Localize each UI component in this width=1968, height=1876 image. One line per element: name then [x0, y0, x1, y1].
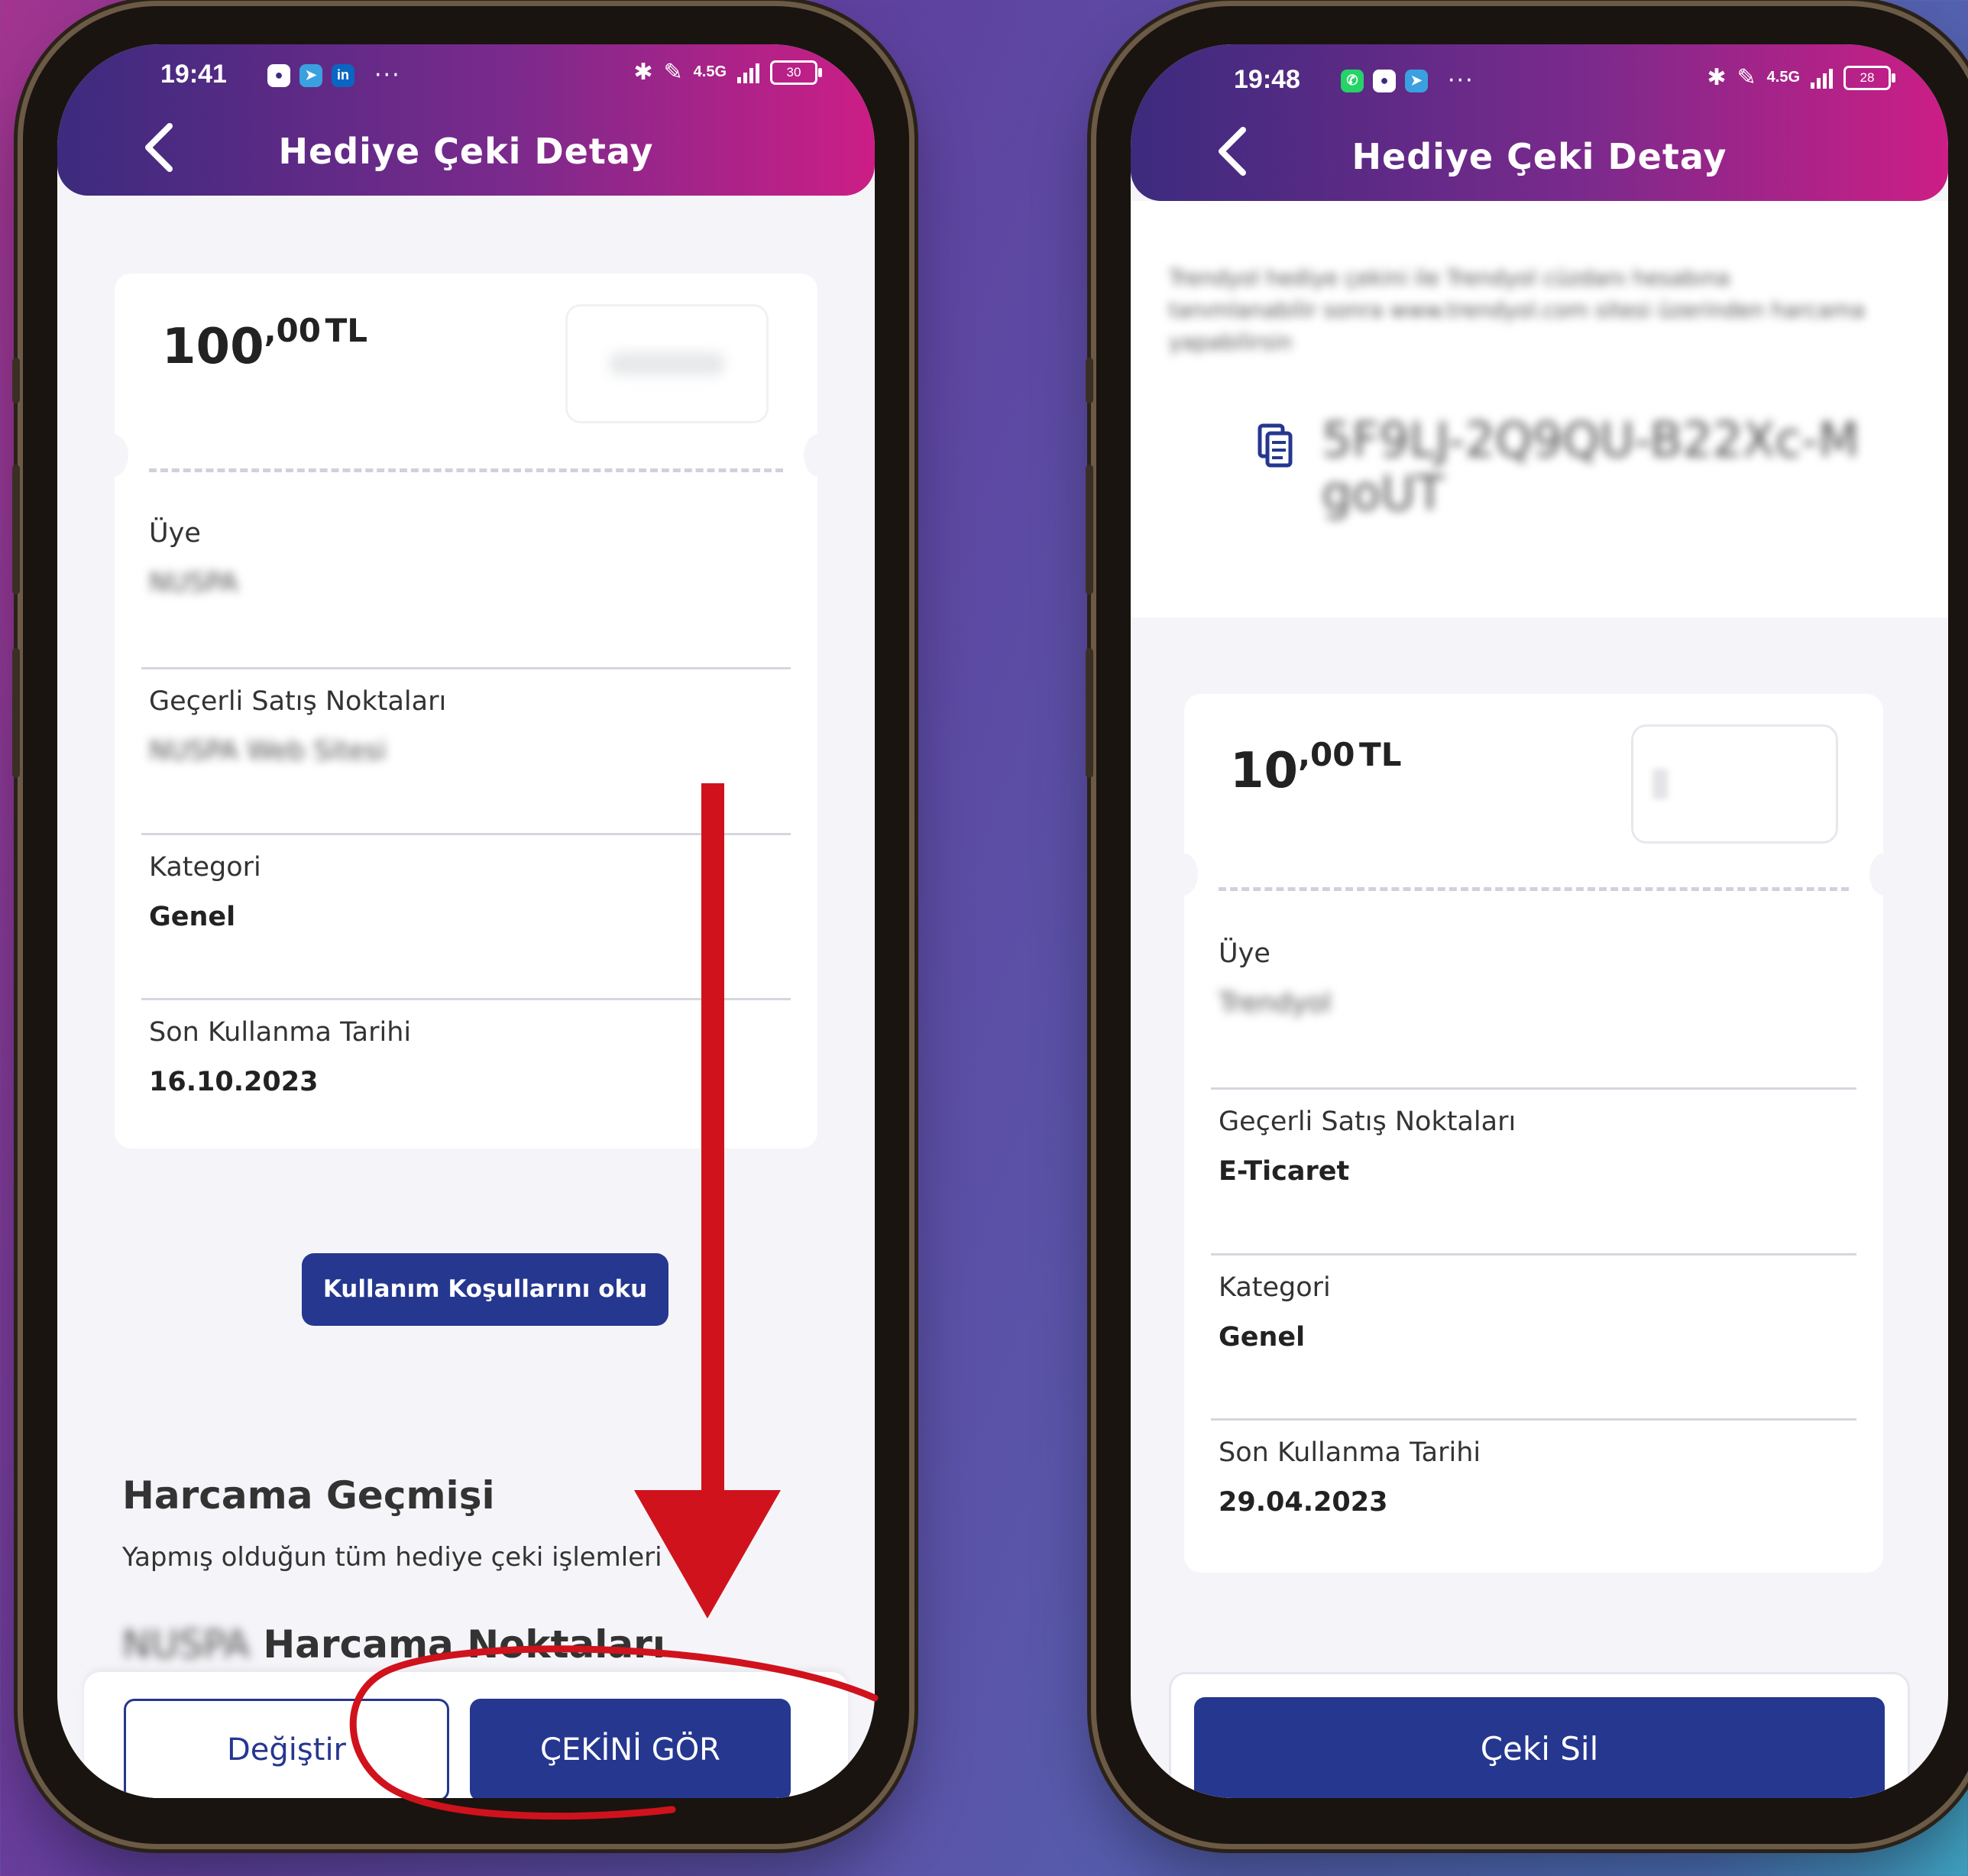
whatsapp-icon: ✆	[1341, 69, 1364, 92]
field-value: Genel	[149, 902, 236, 932]
ticket-notch-right	[1869, 853, 1900, 896]
ticket-notch-right	[804, 434, 834, 477]
phone-volume-up	[12, 465, 20, 595]
divider	[141, 667, 791, 669]
arrow-right-icon: →	[684, 1542, 706, 1573]
field-label: Üye	[1219, 938, 1270, 969]
history-subtitle: Yapmış olduğun tüm hediye çeki işlemleri	[122, 1542, 662, 1573]
right-phone: 19:48 ✆ ● ➤ ··· ✱ ✎ 4.5G 28 Hediye Çeki …	[1086, 6, 1968, 1844]
status-bar: 19:41 ● ➤ in ··· ✱ ✎ 4.5G 30	[57, 56, 875, 94]
notification-icons: ✆ ● ➤ ···	[1341, 67, 1474, 94]
field-label: Kategori	[149, 852, 261, 883]
divider	[141, 833, 791, 835]
bottom-action-bar: Değiştir ÇEKİNİ GÖR	[84, 1672, 848, 1798]
field-value: 29.04.2023	[1219, 1487, 1388, 1518]
gift-amount: 10,00 TL	[1230, 736, 1401, 799]
spending-points-title: NUSPA Harcama Noktaları	[122, 1622, 665, 1667]
ticket-divider	[149, 468, 783, 472]
change-button[interactable]: Değiştir	[124, 1699, 449, 1798]
history-title: Harcama Geçmişi	[122, 1473, 495, 1518]
telegram-icon: ➤	[1405, 69, 1428, 92]
field-label: Son Kullanma Tarihi	[149, 1017, 412, 1048]
app-header: 19:41 ● ➤ in ··· ✱ ✎ 4.5G 30 Hediye Çeki…	[57, 44, 875, 196]
amount-decimals: ,00	[264, 312, 321, 349]
bluetooth-icon: ✱	[633, 59, 653, 86]
field-label: Geçerli Satış Noktaları	[149, 686, 447, 717]
page-title: Hediye Çeki Detay	[1351, 136, 1727, 177]
phone-side-button	[12, 358, 20, 403]
bottom-action-bar: Çeki Sil	[1169, 1672, 1910, 1798]
notification-icons: ● ➤ in ···	[267, 62, 401, 89]
voucher-code-line2: goUT	[1322, 465, 1445, 521]
silent-icon: ✎	[663, 59, 683, 86]
divider	[1211, 1087, 1856, 1090]
system-icons: ✱ ✎ 4.5G 30	[633, 59, 822, 86]
network-type-label: 4.5G	[693, 63, 727, 80]
status-bar: 19:48 ✆ ● ➤ ··· ✱ ✎ 4.5G 28	[1131, 61, 1948, 99]
spending-points-label: Harcama Noktaları	[263, 1622, 665, 1667]
ticket-notch-left	[1167, 853, 1198, 896]
signal-icon	[1811, 67, 1833, 89]
status-time: 19:48	[1234, 65, 1300, 94]
more-notifications-icon: ···	[1448, 67, 1474, 94]
phone-volume-down	[1086, 648, 1093, 778]
delete-voucher-button[interactable]: Çeki Sil	[1194, 1697, 1885, 1798]
field-value: 16.10.2023	[149, 1067, 319, 1097]
amount-decimals: ,00	[1298, 736, 1355, 773]
brand-name: NUSPA	[122, 1622, 250, 1667]
field-value: NUSPA	[149, 568, 238, 598]
ticket-divider	[1219, 887, 1849, 891]
info-text: Trendyol hediye çekini ile Trendyol cüzd…	[1169, 265, 1866, 355]
field-label: Son Kullanma Tarihi	[1219, 1437, 1481, 1468]
field-label: Üye	[149, 518, 201, 549]
status-time: 19:41	[160, 60, 227, 89]
field-value: E-Ticaret	[1219, 1156, 1350, 1187]
signal-icon	[737, 62, 759, 83]
left-screen: 19:41 ● ➤ in ··· ✱ ✎ 4.5G 30 Hediye Çeki…	[57, 44, 875, 1798]
system-icons: ✱ ✎ 4.5G 28	[1707, 64, 1895, 91]
copy-icon[interactable]	[1257, 423, 1295, 468]
field-label: Geçerli Satış Noktaları	[1219, 1106, 1516, 1137]
history-link[interactable]: Yapmış olduğun tüm hediye çeki işlemleri…	[122, 1542, 706, 1573]
bluetooth-icon: ✱	[1707, 64, 1727, 91]
silent-icon: ✎	[1737, 64, 1756, 91]
brand-logo	[1631, 724, 1838, 844]
amount-currency: TL	[325, 312, 367, 349]
amount-integer: 100	[162, 319, 264, 375]
more-notifications-icon: ···	[374, 62, 401, 89]
field-label: Kategori	[1219, 1272, 1331, 1303]
divider	[1211, 1418, 1856, 1421]
terms-button[interactable]: Kullanım Koşullarını oku	[302, 1253, 668, 1326]
phone-side-button	[1086, 358, 1093, 403]
divider	[1211, 1253, 1856, 1256]
gift-amount: 100,00 TL	[162, 312, 367, 375]
app-header: 19:48 ✆ ● ➤ ··· ✱ ✎ 4.5G 28 Hediye Çeki …	[1131, 44, 1948, 201]
phone-volume-up	[1086, 465, 1093, 595]
voucher-code-line1: 5F9LJ-2Q9QU-B22Xc-M	[1322, 412, 1860, 468]
battery-icon: 28	[1843, 65, 1895, 90]
chat-app-icon: ●	[267, 63, 290, 87]
linkedin-icon: in	[332, 63, 354, 87]
amount-currency: TL	[1359, 736, 1402, 773]
amount-integer: 10	[1230, 743, 1299, 799]
field-value: NUSPA Web Sitesi	[149, 736, 387, 766]
gift-card-details: 100,00 TL Üye NUSPA Geçerli Satış Noktal…	[98, 274, 834, 1149]
field-value: Trendyol	[1219, 988, 1332, 1019]
phone-volume-down	[12, 648, 20, 778]
page-title: Hediye Çeki Detay	[278, 131, 654, 172]
divider	[141, 998, 791, 1000]
voucher-code[interactable]: 5F9LJ-2Q9QU-B22Xc-M goUT	[1322, 413, 1859, 520]
network-type-label: 4.5G	[1766, 69, 1800, 86]
gift-card-details: 10,00 TL Üye Trendyol Geçerli Satış Nokt…	[1167, 694, 1900, 1573]
chat-app-icon: ●	[1373, 69, 1396, 92]
ticket-notch-left	[98, 434, 128, 477]
field-value: Genel	[1219, 1322, 1306, 1353]
telegram-icon: ➤	[299, 63, 322, 87]
left-phone: 19:41 ● ➤ in ··· ✱ ✎ 4.5G 30 Hediye Çeki…	[12, 6, 909, 1844]
brand-logo	[565, 304, 769, 423]
view-voucher-button[interactable]: ÇEKİNİ GÖR	[470, 1699, 791, 1798]
voucher-code-section: Trendyol hediye çekini ile Trendyol cüzd…	[1131, 201, 1948, 617]
right-screen: 19:48 ✆ ● ➤ ··· ✱ ✎ 4.5G 28 Hediye Çeki …	[1131, 44, 1948, 1798]
battery-icon: 30	[770, 60, 822, 85]
